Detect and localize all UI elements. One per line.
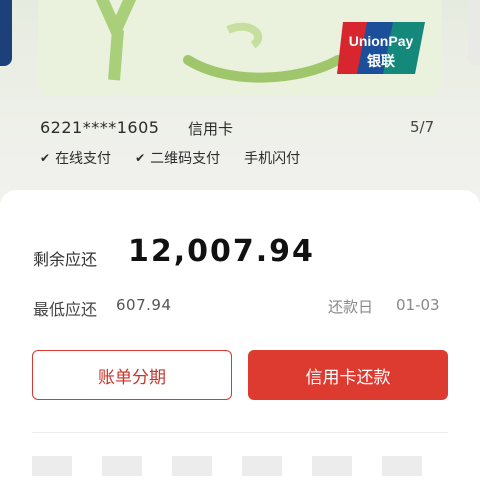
unionpay-logo: UnionPay 银联 <box>337 22 425 74</box>
previous-card-peek[interactable] <box>0 0 12 66</box>
installment-button[interactable]: 账单分期 <box>32 350 232 400</box>
due-date-label: 还款日 <box>328 298 374 316</box>
feature-label: 手机闪付 <box>244 151 301 167</box>
due-date-value: 01-03 <box>396 296 440 314</box>
feature-online-pay: ✔ 在线支付 <box>40 148 111 168</box>
feature-flash-pay: 手机闪付 <box>244 148 300 168</box>
repay-button[interactable]: 信用卡还款 <box>248 350 448 400</box>
remain-due-amount: 12,007.94 <box>128 234 315 269</box>
remain-due-label: 剩余应还 <box>33 250 98 269</box>
feature-label: 二维码支付 <box>150 151 221 167</box>
check-icon: ✔ <box>40 151 51 165</box>
card-number: 6221****1605 <box>40 118 160 137</box>
feature-label: 在线支付 <box>55 151 112 167</box>
divider <box>32 432 448 433</box>
feature-qr-pay: ✔ 二维码支付 <box>135 148 220 168</box>
check-icon: ✔ <box>135 151 146 165</box>
cut-off-content <box>32 456 448 476</box>
minimum-due-label: 最低应还 <box>33 300 98 319</box>
svg-text:银联: 银联 <box>367 53 396 70</box>
card-features: ✔ 在线支付 ✔ 二维码支付 手机闪付 <box>40 148 324 168</box>
svg-text:UnionPay: UnionPay <box>349 33 414 49</box>
card-pager: 5/7 <box>410 118 435 136</box>
card-type: 信用卡 <box>188 120 234 138</box>
minimum-due-amount: 607.94 <box>116 296 172 314</box>
next-card-peek[interactable] <box>468 0 480 66</box>
